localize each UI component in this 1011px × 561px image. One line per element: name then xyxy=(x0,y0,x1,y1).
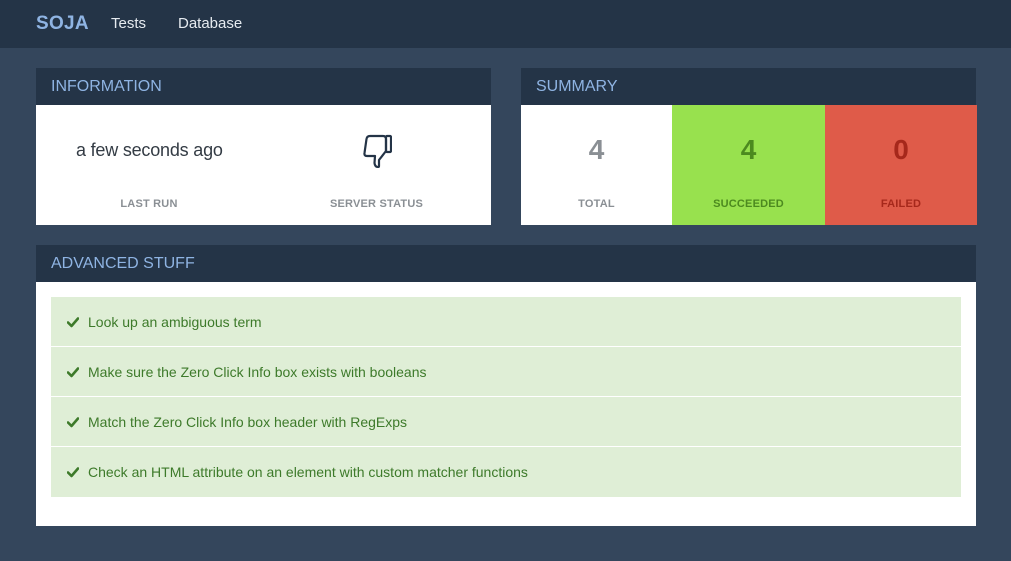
test-label: Look up an ambiguous term xyxy=(88,314,262,330)
information-panel: INFORMATION a few seconds ago LAST RUN S… xyxy=(36,68,491,225)
succeeded-label: SUCCEEDED xyxy=(713,198,784,210)
test-label: Match the Zero Click Info box header wit… xyxy=(88,414,408,430)
check-icon xyxy=(67,417,79,428)
test-row[interactable]: Match the Zero Click Info box header wit… xyxy=(51,397,961,447)
summary-panel: SUMMARY 4 TOTAL 4 SUCCEEDED 0 FAILED xyxy=(521,68,977,225)
nav-link-tests[interactable]: Tests xyxy=(111,15,146,32)
check-icon xyxy=(67,467,79,478)
last-run-value: a few seconds ago xyxy=(76,140,223,160)
total-count: 4 xyxy=(588,134,605,165)
brand-logo[interactable]: SOJA xyxy=(36,13,89,35)
advanced-stuff-panel-title: ADVANCED STUFF xyxy=(51,255,195,272)
check-icon xyxy=(67,317,79,328)
summary-panel-header: SUMMARY xyxy=(521,68,976,105)
last-run-label: LAST RUN xyxy=(120,198,178,210)
nav-link-database[interactable]: Database xyxy=(178,15,242,32)
failed-label: FAILED xyxy=(880,198,922,210)
test-list: Look up an ambiguous term Make sure the … xyxy=(51,297,961,497)
test-row[interactable]: Make sure the Zero Click Info box exists… xyxy=(51,347,961,397)
advanced-stuff-panel: ADVANCED STUFF Look up an ambiguous term… xyxy=(36,245,976,526)
summary-panel-title: SUMMARY xyxy=(536,78,618,95)
failed-count: 0 xyxy=(893,134,909,165)
top-navbar: SOJA Tests Database xyxy=(0,0,1011,48)
check-icon xyxy=(67,367,79,378)
test-row[interactable]: Check an HTML attribute on an element wi… xyxy=(51,447,961,497)
succeeded-count: 4 xyxy=(740,134,757,165)
information-panel-header: INFORMATION xyxy=(36,68,491,105)
thumbs-down-icon xyxy=(363,134,392,168)
summary-succeeded-cell: 4 SUCCEEDED xyxy=(672,105,825,225)
test-row[interactable]: Look up an ambiguous term xyxy=(51,297,961,347)
test-label: Make sure the Zero Click Info box exists… xyxy=(88,364,427,380)
summary-total-cell: 4 TOTAL xyxy=(521,105,672,225)
test-label: Check an HTML attribute on an element wi… xyxy=(88,464,528,480)
advanced-stuff-panel-header: ADVANCED STUFF xyxy=(36,245,976,282)
total-label: TOTAL xyxy=(578,198,615,210)
summary-failed-cell: 0 FAILED xyxy=(825,105,977,225)
information-panel-title: INFORMATION xyxy=(51,78,162,95)
server-status-label: SERVER STATUS xyxy=(329,198,424,210)
